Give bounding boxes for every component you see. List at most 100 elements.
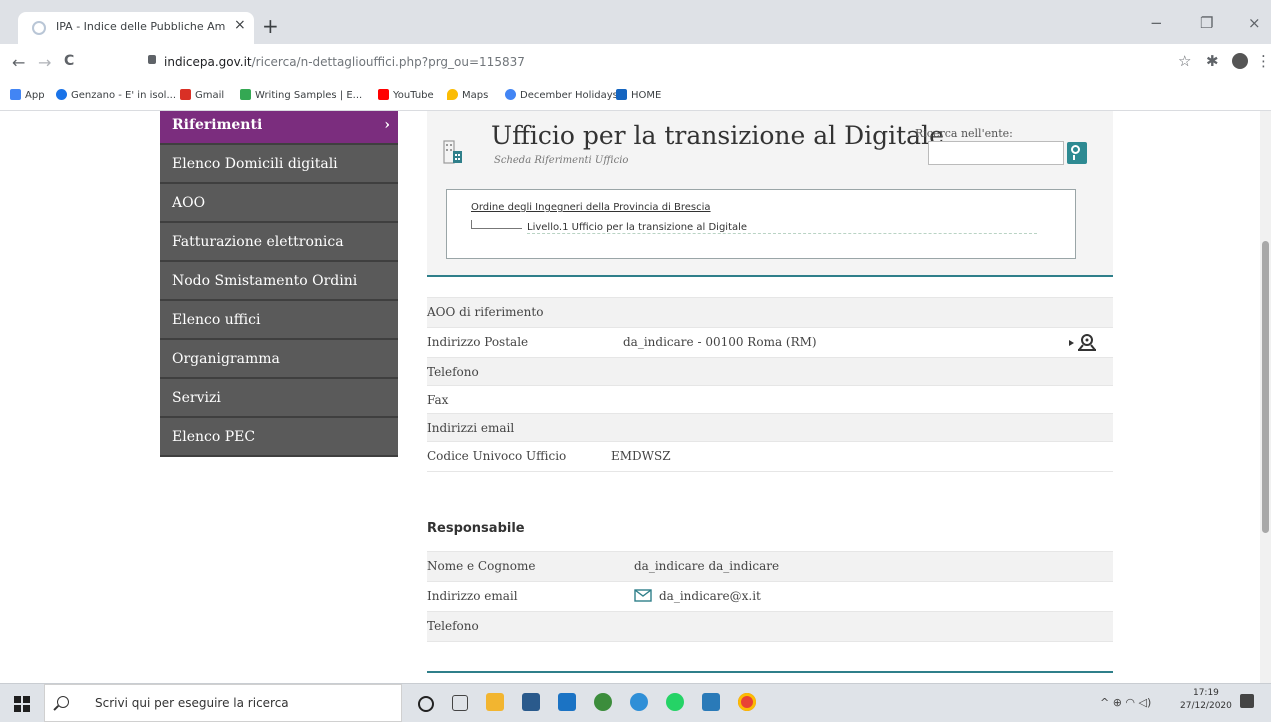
bookmark-label: Gmail (195, 90, 225, 101)
extensions-icon[interactable]: ✱ (1206, 52, 1219, 70)
section-title-responsabile: Responsabile (427, 521, 525, 536)
home-bookmark-icon (616, 89, 627, 100)
google-icon (505, 89, 516, 100)
profile-avatar[interactable] (1232, 53, 1248, 69)
page-scrollbar[interactable] (1260, 111, 1271, 683)
responsabile-table: Nome e Cognome da_indicare da_indicare I… (427, 551, 1113, 642)
minimize-button[interactable]: − (1150, 14, 1163, 32)
back-button[interactable]: ← (12, 53, 25, 72)
bookmark-label: Writing Samples | E... (255, 90, 363, 101)
bookmark-youtube[interactable]: YouTube (378, 89, 434, 101)
bookmark-star-icon[interactable]: ☆ (1178, 52, 1191, 70)
sidebar-item-elenco-pec[interactable]: Elenco PEC (160, 418, 398, 457)
current-office-node: Livello.1 Ufficio per la transizione al … (527, 222, 1037, 234)
tree-connector (471, 220, 522, 229)
mail-icon[interactable] (558, 693, 576, 711)
page-viewport: Riferimenti › Elenco Domicili digitali A… (0, 111, 1260, 683)
notification-center-icon[interactable] (1240, 694, 1254, 708)
bookmark-label: Maps (462, 90, 489, 101)
table-row: Indirizzo email da_indicare@x.it (427, 581, 1113, 611)
file-explorer-icon[interactable] (486, 693, 504, 711)
bookmark-december-holidays[interactable]: December Holidays (505, 89, 618, 101)
search-icon (53, 696, 69, 711)
bookmark-gmail[interactable]: Gmail (180, 89, 224, 101)
sidebar-item-domicili-digitali[interactable]: Elenco Domicili digitali (160, 145, 398, 184)
genzano-icon (56, 89, 67, 100)
sidebar-item-label: Elenco PEC (172, 429, 256, 445)
forward-button[interactable]: → (38, 53, 51, 72)
sidebar-item-organigramma[interactable]: Organigramma (160, 340, 398, 379)
cortana-icon[interactable] (418, 696, 434, 712)
bookmark-apps[interactable]: App (10, 89, 45, 101)
table-row: Indirizzo Postale da_indicare - 00100 Ro… (427, 327, 1113, 357)
new-tab-button[interactable]: + (262, 14, 279, 38)
browser-toolbar: ← → C indicepa.gov.it/ricerca/n-dettagli… (0, 44, 1271, 82)
row-label: Nome e Cognome (427, 559, 536, 573)
reload-button[interactable]: C (64, 53, 74, 69)
url-text[interactable]: indicepa.gov.it/ricerca/n-dettagliouffic… (164, 55, 525, 69)
map-location-icon[interactable] (1069, 332, 1097, 352)
search-input[interactable] (928, 141, 1064, 165)
bookmark-home[interactable]: HOME (616, 89, 661, 101)
browser-tab[interactable]: IPA - Indice delle Pubbliche Amm × (18, 12, 254, 44)
bookmark-label: December Holidays (520, 90, 618, 101)
search-button[interactable] (1067, 142, 1087, 164)
row-label: Fax (427, 393, 449, 407)
table-row: Telefono (427, 357, 1113, 385)
sidebar-item-label: Elenco Domicili digitali (172, 156, 338, 172)
sidebar-item-riferimenti[interactable]: Riferimenti › (160, 111, 398, 145)
row-label: Telefono (427, 365, 479, 379)
sidebar-item-servizi[interactable]: Servizi (160, 379, 398, 418)
bookmark-label: HOME (631, 90, 662, 101)
browser-tabstrip: IPA - Indice delle Pubbliche Amm × + − ❐… (0, 0, 1271, 44)
bookmark-genzano[interactable]: Genzano - E' in isol... (56, 89, 176, 101)
whatsapp-icon[interactable] (666, 693, 684, 711)
search-icon (1071, 145, 1080, 154)
chevron-right-icon: › (384, 117, 390, 133)
maximize-button[interactable]: ❐ (1200, 14, 1213, 32)
url-host: indicepa.gov.it (164, 55, 252, 69)
parent-entity-link[interactable]: Ordine degli Ingegneri della Provincia d… (471, 202, 711, 213)
close-window-button[interactable]: × (1248, 14, 1261, 32)
sidebar-item-label: AOO (172, 195, 206, 211)
tab-close-icon[interactable]: × (234, 17, 246, 33)
maps-pin-icon (447, 89, 458, 100)
taskbar-search[interactable]: Scrivi qui per eseguire la ricerca (44, 684, 402, 722)
ipa-favicon-icon (32, 21, 46, 35)
bookmark-writing-samples[interactable]: Writing Samples | E... (240, 89, 362, 101)
clock-date: 27/12/2020 (1180, 701, 1232, 711)
edge-icon[interactable] (594, 693, 612, 711)
drive-icon (240, 89, 251, 100)
table-row: Telefono (427, 611, 1113, 642)
search-label: Ricerca nell'ente: (915, 127, 1013, 140)
office-header: Ufficio per la transizione al Digitale S… (427, 111, 1113, 277)
bookmark-maps[interactable]: Maps (447, 89, 488, 101)
document-icon[interactable] (702, 693, 720, 711)
tab-title: IPA - Indice delle Pubbliche Amm (56, 20, 226, 33)
menu-icon[interactable]: ⋮ (1256, 52, 1271, 70)
row-label: Indirizzo email (427, 589, 518, 603)
bookmark-label: App (25, 90, 45, 101)
clock-time: 17:19 (1192, 688, 1219, 698)
sidebar-item-elenco-uffici[interactable]: Elenco uffici (160, 301, 398, 340)
email-link[interactable]: da_indicare@x.it (659, 589, 761, 603)
row-label: Indirizzi email (427, 421, 515, 435)
row-label: Codice Univoco Ufficio (427, 449, 567, 463)
chrome-icon[interactable] (738, 693, 756, 711)
row-value: da_indicare - 00100 Roma (RM) (623, 335, 817, 349)
browser-icon[interactable] (630, 693, 648, 711)
sidebar-item-fatturazione[interactable]: Fatturazione elettronica (160, 223, 398, 262)
sidebar-item-nodo-smistamento[interactable]: Nodo Smistamento Ordini (160, 262, 398, 301)
building-icon (443, 140, 462, 164)
windows-start-icon[interactable] (14, 696, 30, 712)
task-view-icon[interactable] (452, 695, 468, 711)
system-tray-icons[interactable]: ^ ⊕ ◠ ◁) (1100, 696, 1151, 709)
sidebar-item-aoo[interactable]: AOO (160, 184, 398, 223)
table-row: Fax (427, 385, 1113, 413)
scrollbar-thumb[interactable] (1262, 241, 1269, 533)
hierarchy-box: Ordine degli Ingegneri della Provincia d… (446, 189, 1076, 259)
taskbar-clock[interactable]: 17:19 27/12/2020 (1180, 687, 1232, 713)
store-icon[interactable] (522, 693, 540, 711)
address-bar[interactable]: indicepa.gov.it/ricerca/n-dettagliouffic… (110, 49, 1150, 77)
lock-icon (148, 55, 156, 64)
